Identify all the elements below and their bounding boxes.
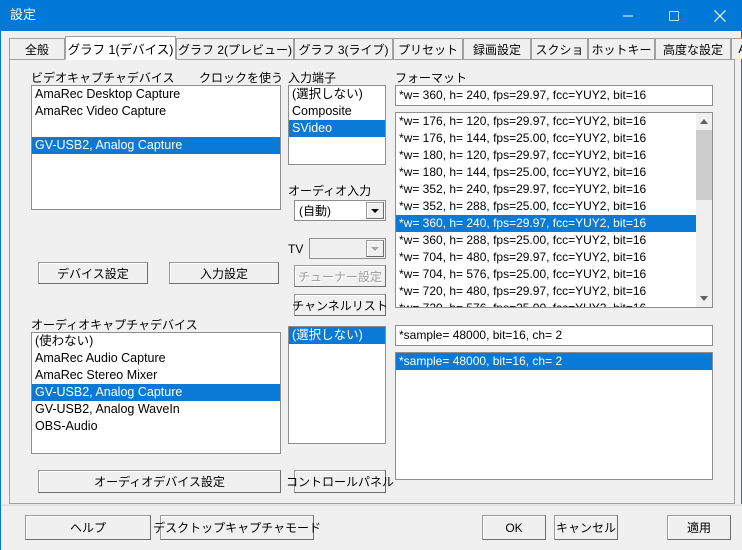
- list-item-selected[interactable]: GV-USB2, Analog Capture: [32, 384, 280, 401]
- title-bar: 設定: [1, 0, 742, 31]
- tab-about[interactable]: About: [731, 38, 742, 59]
- tab-advanced[interactable]: 高度な設定: [655, 38, 731, 59]
- list-item[interactable]: *w= 704, h= 480, fps=29.97, fcc=YUY2, bi…: [396, 249, 697, 266]
- minimize-icon: [622, 10, 634, 22]
- tab-preset[interactable]: プリセット: [393, 38, 463, 59]
- scroll-up-button[interactable]: [696, 113, 712, 130]
- tab-general[interactable]: 全般: [9, 38, 65, 59]
- scrollbar-thumb[interactable]: [696, 130, 712, 200]
- help-button[interactable]: ヘルプ: [25, 515, 151, 540]
- chevron-down-icon: [700, 296, 708, 301]
- maximize-icon: [668, 10, 680, 22]
- apply-button[interactable]: 適用: [667, 515, 731, 540]
- audio-pin-list[interactable]: (選択しない): [288, 326, 386, 444]
- list-item-selected[interactable]: SVideo: [289, 120, 385, 137]
- chevron-down-icon: [366, 240, 384, 257]
- scroll-down-button[interactable]: [696, 290, 712, 307]
- input-terminal-label: 入力端子: [288, 71, 337, 85]
- device-settings-button[interactable]: デバイス設定: [38, 262, 148, 284]
- list-item[interactable]: (選択しない): [289, 86, 385, 103]
- desktop-capture-mode-button[interactable]: デスクトップキャプチャモード: [153, 515, 321, 540]
- list-item[interactable]: *w= 176, h= 120, fps=29.97, fcc=YUY2, bi…: [396, 113, 697, 130]
- input-settings-button[interactable]: 入力設定: [169, 262, 279, 284]
- tab-screenshot[interactable]: スクショ: [531, 38, 588, 59]
- ok-button[interactable]: OK: [482, 515, 546, 540]
- audio-input-combo[interactable]: (自動): [294, 200, 386, 221]
- list-item[interactable]: AmaRec Video Capture: [32, 103, 280, 120]
- video-device-list[interactable]: AmaRec Desktop Capture AmaRec Video Capt…: [31, 85, 281, 210]
- list-item[interactable]: GV-USB2, Analog WaveIn: [32, 401, 280, 418]
- audio-input-value: (自動): [299, 204, 331, 218]
- audio-format-current-field: *sample= 48000, bit=16, ch= 2: [395, 325, 713, 346]
- list-item[interactable]: *w= 180, h= 144, fps=25.00, fcc=YUY2, bi…: [396, 164, 697, 181]
- list-item-selected[interactable]: (選択しない): [289, 327, 385, 344]
- close-button[interactable]: [697, 0, 742, 31]
- list-item[interactable]: Composite: [289, 103, 385, 120]
- tab-page-graph1: ビデオキャプチャデバイス クロックを使う AmaRec Desktop Capt…: [9, 60, 735, 504]
- audio-input-label: オーディオ入力: [288, 184, 372, 198]
- list-item[interactable]: *w= 352, h= 288, fps=25.00, fcc=YUY2, bi…: [396, 198, 697, 215]
- tab-graph1[interactable]: グラフ 1(デバイス): [65, 36, 176, 60]
- tab-hotkey[interactable]: ホットキー: [588, 38, 655, 59]
- list-item[interactable]: *w= 176, h= 144, fps=25.00, fcc=YUY2, bi…: [396, 130, 697, 147]
- use-clock-label: クロックを使う: [199, 71, 284, 85]
- tab-graph2[interactable]: グラフ 2(プレビュー): [176, 38, 294, 59]
- list-item[interactable]: *w= 704, h= 576, fps=25.00, fcc=YUY2, bi…: [396, 266, 697, 283]
- chevron-down-icon[interactable]: [366, 202, 384, 219]
- format-list[interactable]: *w= 176, h= 120, fps=29.97, fcc=YUY2, bi…: [395, 112, 713, 308]
- channel-list-button[interactable]: チャンネルリスト: [292, 294, 388, 316]
- audio-device-list[interactable]: (使わない) AmaRec Audio Capture AmaRec Stere…: [31, 332, 281, 454]
- format-current-field: *w= 360, h= 240, fps=29.97, fcc=YUY2, bi…: [395, 85, 713, 106]
- format-label: フォーマット: [395, 71, 468, 85]
- list-item[interactable]: *w= 360, h= 288, fps=25.00, fcc=YUY2, bi…: [396, 232, 697, 249]
- list-item[interactable]: OBS-Audio: [32, 418, 280, 435]
- cancel-button[interactable]: キャンセル: [554, 515, 618, 540]
- maximize-button[interactable]: [651, 0, 697, 31]
- settings-dialog: 設定 全般 グラフ 1(デバイス) グラフ 2(プレビュー) グラフ 3(ライブ…: [0, 0, 742, 550]
- list-item-selected[interactable]: GV-USB2, Analog Capture: [32, 137, 280, 154]
- list-item[interactable]: *w= 352, h= 240, fps=29.97, fcc=YUY2, bi…: [396, 181, 697, 198]
- minimize-button[interactable]: [605, 0, 651, 31]
- list-item[interactable]: (使わない): [32, 333, 280, 350]
- list-item[interactable]: *w= 180, h= 120, fps=29.97, fcc=YUY2, bi…: [396, 147, 697, 164]
- list-item[interactable]: *w= 720, h= 480, fps=29.97, fcc=YUY2, bi…: [396, 283, 697, 300]
- audio-format-list[interactable]: *sample= 48000, bit=16, ch= 2: [395, 352, 713, 480]
- window-title: 設定: [10, 7, 37, 22]
- list-item[interactable]: *w= 720, h= 576, fps=25.00, fcc=YUY2, bi…: [396, 300, 697, 307]
- tab-recording[interactable]: 録画設定: [463, 38, 531, 59]
- list-item-selected[interactable]: *sample= 48000, bit=16, ch= 2: [396, 353, 712, 370]
- tv-channel-combo: [309, 238, 386, 259]
- tv-label: TV: [288, 242, 304, 256]
- list-item-selected[interactable]: *w= 360, h= 240, fps=29.97, fcc=YUY2, bi…: [396, 215, 697, 232]
- footer-bar: ヘルプ デスクトップキャプチャモード OK キャンセル 適用: [1, 505, 742, 550]
- tab-graph3[interactable]: グラフ 3(ライブ): [294, 38, 393, 59]
- format-list-scrollbar[interactable]: [696, 113, 712, 307]
- list-item[interactable]: AmaRec Stereo Mixer: [32, 367, 280, 384]
- video-device-label: ビデオキャプチャデバイス: [31, 71, 175, 85]
- input-terminal-list[interactable]: (選択しない) Composite SVideo: [288, 85, 386, 165]
- control-panel-button[interactable]: コントロールパネル: [286, 470, 394, 493]
- chevron-up-icon: [700, 119, 708, 124]
- audio-device-settings-button[interactable]: オーディオデバイス設定: [38, 470, 281, 493]
- tab-strip: 全般 グラフ 1(デバイス) グラフ 2(プレビュー) グラフ 3(ライブ) プ…: [9, 36, 742, 60]
- tuner-settings-button: チューナー設定: [294, 265, 386, 287]
- list-item[interactable]: AmaRec Desktop Capture: [32, 86, 280, 103]
- close-icon: [713, 9, 727, 23]
- list-item[interactable]: AmaRec Audio Capture: [32, 350, 280, 367]
- audio-device-label: オーディオキャプチャデバイス: [31, 318, 198, 332]
- list-item[interactable]: [32, 120, 280, 137]
